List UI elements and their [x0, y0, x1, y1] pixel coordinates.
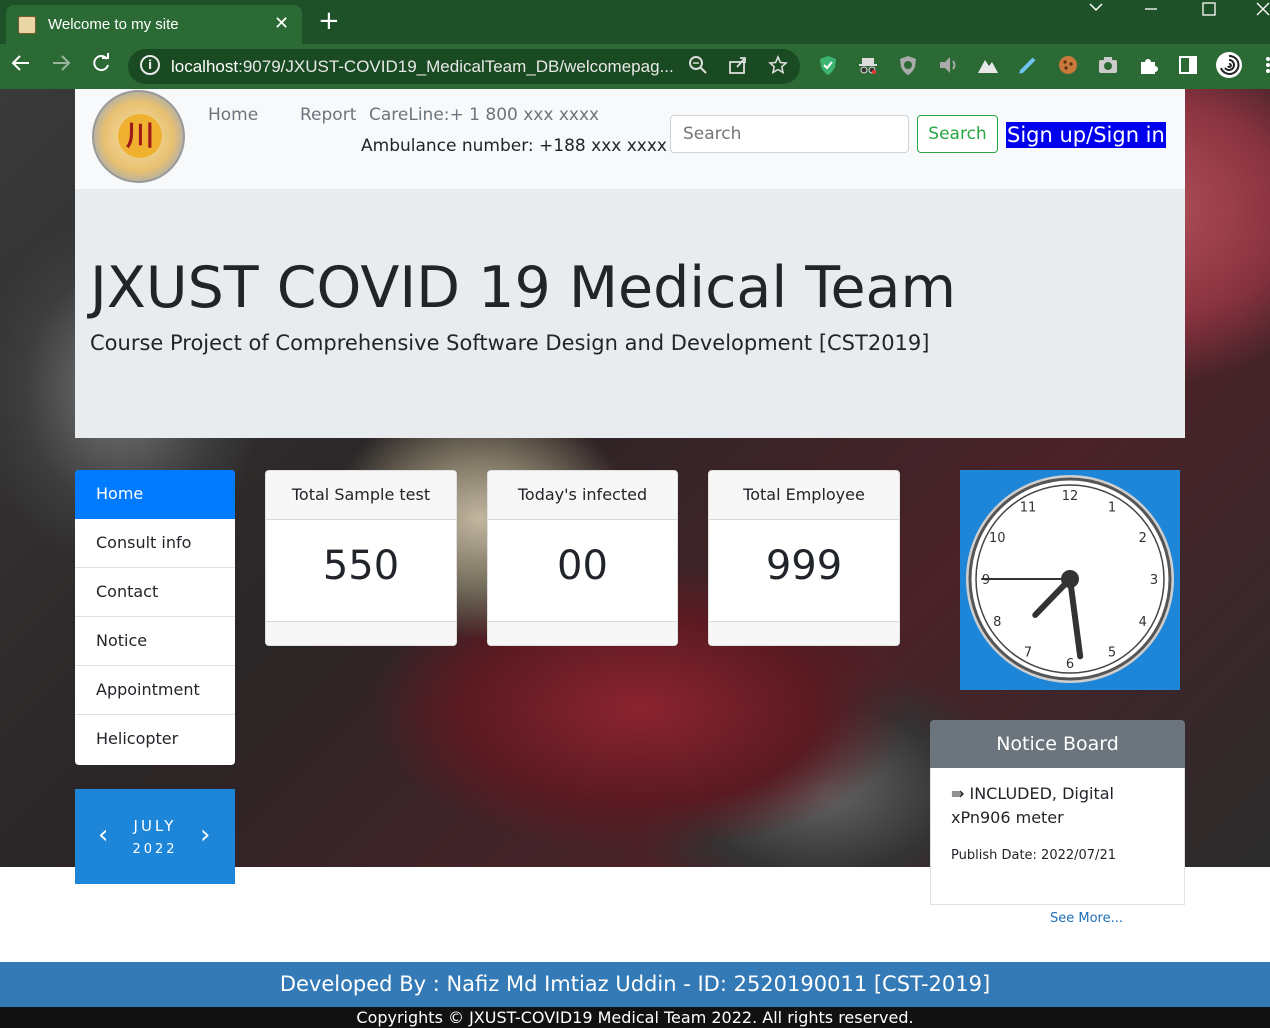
bookmark-star-icon[interactable] [768, 54, 788, 80]
web-page: 川 Home Report CareLine:+ 1 800 xxx xxxx … [0, 89, 1270, 1028]
clock-number: 8 [993, 615, 1001, 630]
stat-card-value: 550 [322, 543, 400, 589]
nav-link-home[interactable]: Home [208, 105, 258, 125]
sidebar-item-helicopter[interactable]: Helicopter [75, 715, 235, 764]
clock-number: 2 [1139, 531, 1147, 546]
clock-number: 12 [1062, 489, 1079, 504]
sidebar-item-home[interactable]: Home [75, 470, 235, 519]
stat-card-value: 999 [765, 543, 843, 589]
spy-extension-icon[interactable] [857, 54, 879, 76]
address-bar[interactable]: i localhost:9079/JXUST-COVID19_MedicalTe… [128, 49, 800, 84]
cookie-extension-icon[interactable] [1057, 54, 1079, 76]
notice-publish-date: Publish Date: 2022/07/21 [951, 848, 1116, 863]
share-icon[interactable] [728, 55, 748, 80]
stat-card-total-employee: Total Employee 999 [708, 470, 900, 646]
tab-search-icon[interactable] [1087, 0, 1105, 21]
clock-number: 3 [1150, 573, 1158, 588]
calendar-widget: ‹ JULY 2022 › [75, 789, 235, 884]
minimize-icon[interactable] [1143, 0, 1159, 23]
search-input[interactable] [670, 115, 909, 153]
shield-extension-icon[interactable] [817, 54, 839, 76]
privacy-extension-icon[interactable] [897, 54, 919, 76]
see-more-link[interactable]: See More... [1050, 911, 1123, 926]
clock-number: 10 [989, 531, 1006, 546]
reload-icon[interactable] [90, 52, 112, 80]
stat-card-sample-test: Total Sample test 550 [265, 470, 457, 646]
analog-clock-widget: 12 1 2 3 4 5 6 7 8 9 10 11 [960, 470, 1180, 690]
clock-number: 5 [1108, 646, 1116, 661]
clock-number: 9 [982, 573, 990, 588]
browser-tab[interactable]: Welcome to my site ✕ [6, 5, 302, 44]
site-info-icon[interactable]: i [140, 55, 160, 75]
clock-number: 7 [1024, 646, 1032, 661]
university-logo[interactable]: 川 [92, 90, 185, 183]
close-window-icon[interactable] [1255, 1, 1270, 22]
page-subtitle: Course Project of Comprehensive Software… [90, 331, 930, 355]
clock-number: 11 [1020, 500, 1037, 515]
sidebar-item-appointment[interactable]: Appointment [75, 666, 235, 715]
clock-number: 1 [1108, 500, 1116, 515]
page-title: JXUST COVID 19 Medical Team [90, 255, 956, 321]
clock-face: 121234567891011 [966, 475, 1174, 683]
tab-title: Welcome to my site [48, 16, 179, 33]
logo-emblem: 川 [118, 114, 162, 158]
notice-board: Notice Board ⇛ INCLUDED, Digital xPn906 … [930, 720, 1185, 905]
nav-link-report[interactable]: Report [300, 105, 356, 125]
browser-tab-bar: Welcome to my site ✕ + [0, 0, 1270, 44]
site-navbar: 川 Home Report CareLine:+ 1 800 xxx xxxx … [75, 89, 1185, 189]
browser-menu-icon[interactable] [1257, 54, 1270, 76]
jumbotron: JXUST COVID 19 Medical Team Course Proje… [75, 189, 1185, 438]
stat-card-footer [488, 621, 677, 645]
nav-careline[interactable]: CareLine:+ 1 800 xxx xxxx [369, 105, 599, 125]
signup-signin-button[interactable]: Sign up/Sign in [1006, 122, 1166, 148]
search-button[interactable]: Search [917, 115, 998, 153]
puzzle-extensions-icon[interactable] [1137, 54, 1159, 76]
sidebar-item-contact[interactable]: Contact [75, 568, 235, 617]
mountain-extension-icon[interactable] [977, 54, 999, 76]
stat-card-label: Total Sample test [266, 471, 456, 520]
ambulance-number: Ambulance number: +188 xxx xxxx [361, 136, 667, 156]
calendar-next-button[interactable]: › [200, 820, 210, 850]
sidebar-menu: Home Consult info Contact Notice Appoint… [75, 470, 235, 765]
url-text[interactable]: localhost:9079/JXUST-COVID19_MedicalTeam… [171, 57, 674, 77]
pen-extension-icon[interactable] [1017, 54, 1039, 76]
zoom-icon[interactable] [688, 55, 708, 80]
sidepanel-icon[interactable] [1177, 54, 1199, 76]
calendar-year: 2022 [132, 842, 178, 857]
stat-card-footer [709, 621, 899, 645]
new-tab-icon[interactable]: + [318, 6, 340, 36]
clock-number: 4 [1139, 615, 1147, 630]
stat-card-value: 00 [557, 543, 608, 589]
back-icon[interactable] [10, 52, 32, 80]
forward-icon[interactable] [50, 52, 72, 80]
maximize-icon[interactable] [1201, 1, 1217, 22]
browser-toolbar: i localhost:9079/JXUST-COVID19_MedicalTe… [0, 44, 1270, 89]
favicon-icon [18, 16, 36, 34]
footer-developer: Developed By : Nafiz Md Imtiaz Uddin - I… [0, 962, 1270, 1007]
stat-card-todays-infected: Today's infected 00 [487, 470, 678, 646]
calendar-month: JULY [133, 817, 177, 835]
camera-extension-icon[interactable] [1097, 54, 1119, 76]
clock-center-pin [1061, 570, 1079, 588]
tab-close-icon[interactable]: ✕ [274, 13, 289, 34]
stat-card-label: Today's infected [488, 471, 677, 520]
footer-copyright: Copyrights © JXUST-COVID19 Medical Team … [0, 1007, 1270, 1028]
sidebar-item-consult-info[interactable]: Consult info [75, 519, 235, 568]
notice-board-body: ⇛ INCLUDED, Digital xPn906 meter Publish… [930, 768, 1185, 905]
sidebar-item-notice[interactable]: Notice [75, 617, 235, 666]
stat-card-footer [266, 621, 456, 645]
clock-number: 6 [1066, 657, 1074, 672]
stat-card-label: Total Employee [709, 471, 899, 520]
profile-avatar-icon[interactable] [1215, 51, 1243, 79]
notice-item-text[interactable]: ⇛ INCLUDED, Digital xPn906 meter [951, 782, 1164, 830]
volume-extension-icon[interactable] [937, 54, 959, 76]
notice-board-title: Notice Board [930, 720, 1185, 768]
